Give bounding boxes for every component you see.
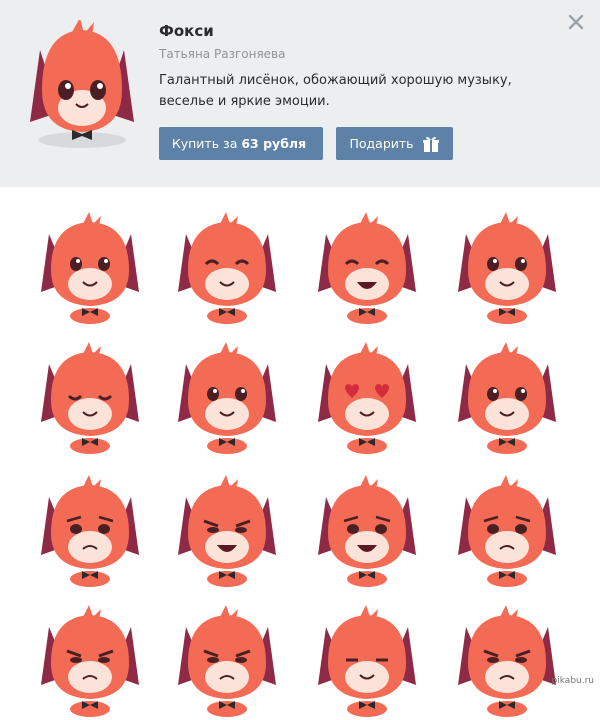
fox-tearful-sticker[interactable] — [452, 475, 562, 590]
fox-skeptical-sticker[interactable] — [172, 605, 282, 720]
fox-thumbs-up-sticker[interactable] — [312, 212, 422, 327]
buy-price: 63 рубля — [241, 136, 307, 151]
fox-sad-sticker[interactable] — [35, 475, 145, 590]
fox-wave-paw-sticker[interactable] — [172, 212, 282, 327]
fox-bowtie-sticker[interactable] — [452, 212, 562, 327]
sticker-grid — [0, 187, 600, 717]
fox-avatar — [30, 20, 134, 148]
buy-button-label: Купить за — [171, 136, 238, 151]
pack-description: Галантный лисёнок, обожающий хорошую муз… — [159, 73, 512, 109]
fox-hug-tail-sticker[interactable] — [35, 342, 145, 457]
fox-happy-sticker[interactable] — [35, 212, 145, 327]
fox-heart-sticker[interactable] — [452, 342, 562, 457]
fox-roses-sticker[interactable] — [172, 342, 282, 457]
fox-heart-eyes-sticker[interactable] — [312, 342, 422, 457]
gift-button[interactable]: Подарить — [336, 127, 453, 160]
fox-annoyed-sticker[interactable] — [35, 605, 145, 720]
buy-button[interactable]: Купить за 63 рубля — [159, 127, 323, 160]
pack-author[interactable]: Татьяна Разгоняева — [159, 47, 285, 61]
pack-title: Фокси — [159, 22, 214, 40]
watermark: pikabu.ru — [551, 676, 594, 686]
sticker-pack-header: Фокси Татьяна Разгоняева Галантный лисён… — [0, 0, 600, 187]
gift-icon — [422, 136, 439, 152]
gift-button-label: Подарить — [349, 136, 414, 151]
fox-angry-sticker[interactable] — [452, 605, 562, 720]
close-icon[interactable] — [566, 12, 586, 32]
fox-sleepy-sticker[interactable] — [312, 605, 422, 720]
fox-crying-sticker[interactable] — [312, 475, 422, 590]
fox-nervous-sticker[interactable] — [172, 475, 282, 590]
